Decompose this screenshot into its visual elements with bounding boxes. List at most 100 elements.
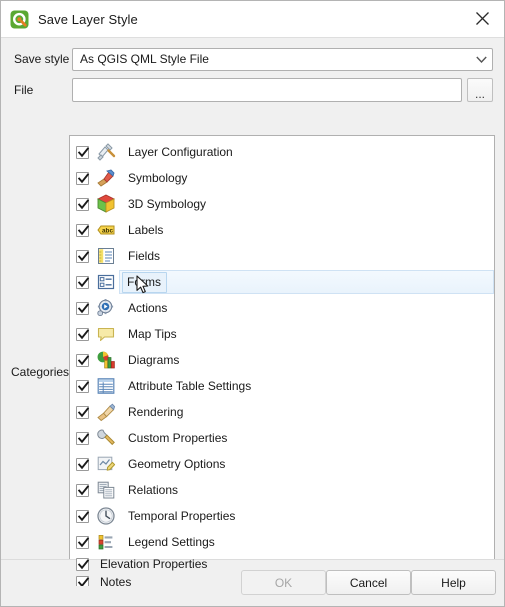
symbology-icon [95, 167, 117, 189]
category-row[interactable]: Fields [70, 243, 494, 269]
category-label-wrapper: Attribute Table Settings [123, 376, 257, 397]
category-checkbox[interactable] [76, 557, 90, 571]
window-title: Save Layer Style [38, 11, 138, 27]
category-checkbox[interactable] [76, 249, 90, 263]
dialog-body: Save style As QGIS QML Style File File .… [1, 38, 504, 606]
geometry-options-icon [95, 453, 117, 475]
category-row[interactable]: Geometry Options [70, 451, 494, 477]
actions-icon [95, 297, 117, 319]
category-label: Actions [128, 300, 168, 315]
rendering-icon [95, 401, 117, 423]
category-checkbox[interactable] [76, 379, 90, 393]
browse-file-button[interactable]: ... [467, 78, 493, 102]
custom-properties-icon [95, 427, 117, 449]
ok-button[interactable]: OK [241, 570, 326, 595]
category-label: Notes [100, 575, 132, 587]
ok-button-label: OK [274, 575, 293, 590]
category-label: Forms [127, 274, 161, 289]
category-checkbox[interactable] [76, 535, 90, 549]
category-label-wrapper: Actions [123, 298, 173, 319]
category-label-wrapper: Legend Settings [123, 532, 221, 553]
category-label: Layer Configuration [128, 144, 233, 159]
category-row[interactable]: Attribute Table Settings [70, 373, 494, 399]
category-row[interactable]: Relations [70, 477, 494, 503]
help-button[interactable]: Help [411, 570, 496, 595]
category-checkbox[interactable] [76, 223, 90, 237]
category-label-wrapper: Layer Configuration [123, 142, 239, 163]
category-checkbox[interactable] [76, 171, 90, 185]
labels-icon: abc [95, 219, 117, 241]
category-label-wrapper: Temporal Properties [123, 506, 241, 527]
category-checkbox[interactable] [76, 275, 90, 289]
category-label-wrapper: Relations [123, 480, 184, 501]
file-row: File ... [14, 77, 493, 103]
qgis-logo-icon [10, 10, 29, 29]
category-row[interactable]: abc Labels [70, 217, 494, 243]
category-label-wrapper: Forms [122, 271, 167, 293]
category-label: Rendering [128, 404, 184, 419]
attribute-table-settings-icon [95, 375, 117, 397]
category-checkbox[interactable] [76, 197, 90, 211]
help-button-label: Help [441, 575, 466, 590]
category-row[interactable]: Forms [70, 269, 494, 295]
category-label: Symbology [128, 170, 188, 185]
forms-icon [95, 271, 117, 293]
category-row[interactable]: 3D Symbology [70, 191, 494, 217]
close-icon[interactable] [460, 1, 504, 36]
save-style-value: As QGIS QML Style File [80, 52, 209, 66]
category-checkbox[interactable] [76, 301, 90, 315]
title-bar: Save Layer Style [1, 1, 504, 38]
chevron-down-icon [474, 52, 488, 66]
category-row[interactable]: Actions [70, 295, 494, 321]
category-label: Elevation Properties [100, 557, 208, 571]
category-label: Custom Properties [128, 430, 228, 445]
save-style-label: Save style [14, 52, 70, 66]
category-label-wrapper: Diagrams [123, 350, 185, 371]
category-checkbox[interactable] [76, 431, 90, 445]
temporal-properties-icon [95, 505, 117, 527]
fields-icon [95, 245, 117, 267]
category-label: Relations [128, 482, 179, 497]
ellipsis-icon: ... [474, 87, 485, 101]
category-label-wrapper: Geometry Options [123, 454, 231, 475]
file-input[interactable] [72, 78, 462, 102]
category-checkbox[interactable] [76, 353, 90, 367]
cancel-button-label: Cancel [349, 575, 388, 590]
category-label: Map Tips [128, 326, 177, 341]
category-row[interactable]: Legend Settings [70, 529, 494, 555]
category-checkbox[interactable] [76, 483, 90, 497]
map-tips-icon [95, 323, 117, 345]
category-row[interactable]: Layer Configuration [70, 139, 494, 165]
layer-configuration-icon [95, 141, 117, 163]
category-row[interactable]: Diagrams [70, 347, 494, 373]
category-row[interactable]: Symbology [70, 165, 494, 191]
category-label: Diagrams [128, 352, 180, 367]
categories-label: Categories [11, 365, 70, 379]
category-checkbox[interactable] [76, 405, 90, 419]
category-checkbox[interactable] [76, 509, 90, 523]
relations-icon [95, 479, 117, 501]
category-checkbox[interactable] [76, 457, 90, 471]
category-label: Geometry Options [128, 456, 226, 471]
save-style-combobox[interactable]: As QGIS QML Style File [72, 47, 493, 71]
legend-settings-icon [95, 531, 117, 553]
category-checkbox[interactable] [76, 575, 90, 586]
svg-text:abc: abc [102, 227, 113, 234]
category-row[interactable]: Rendering [70, 399, 494, 425]
save-style-row: Save style As QGIS QML Style File [14, 47, 493, 71]
cancel-button[interactable]: Cancel [326, 570, 411, 595]
category-row[interactable]: Temporal Properties [70, 503, 494, 529]
category-label: 3D Symbology [128, 196, 207, 211]
category-label-wrapper: Labels [123, 220, 169, 241]
category-label: Fields [128, 248, 161, 263]
categories-list[interactable]: Layer Configuration Symbology 3D Symbology… [69, 135, 495, 587]
category-label-wrapper: Rendering [123, 402, 189, 423]
3d-symbology-icon [95, 193, 117, 215]
category-checkbox[interactable] [76, 327, 90, 341]
category-row[interactable]: Map Tips [70, 321, 494, 347]
category-checkbox[interactable] [76, 145, 90, 159]
category-row[interactable]: Custom Properties [70, 425, 494, 451]
file-label: File [14, 83, 34, 97]
category-label-wrapper: Custom Properties [123, 428, 233, 449]
category-label-wrapper: Map Tips [123, 324, 183, 345]
